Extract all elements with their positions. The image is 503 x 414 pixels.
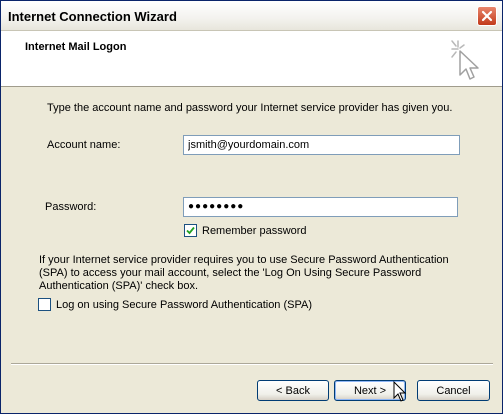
checkbox-box[interactable] (38, 298, 51, 311)
checkmark-icon (186, 226, 195, 235)
title-bar[interactable]: Internet Connection Wizard (1, 1, 502, 31)
account-name-input[interactable] (183, 135, 460, 155)
password-label: Password: (45, 201, 97, 213)
divider (11, 363, 493, 365)
remember-password-checkbox[interactable]: Remember password (184, 224, 307, 237)
window-title: Internet Connection Wizard (8, 9, 177, 24)
wizard-sparkle-cursor-icon (451, 40, 479, 80)
wizard-header: Internet Mail Logon (1, 31, 502, 87)
password-input[interactable]: ●●●●●●●● (183, 197, 458, 217)
close-button[interactable] (477, 6, 497, 26)
close-icon (481, 10, 493, 22)
spa-description: If your Internet service provider requir… (39, 254, 449, 292)
account-name-label: Account name: (47, 139, 121, 151)
cancel-button[interactable]: Cancel (417, 380, 490, 401)
back-button[interactable]: < Back (257, 380, 329, 401)
mouse-cursor-icon (393, 381, 407, 402)
spa-checkbox[interactable]: Log on using Secure Password Authenticat… (38, 298, 312, 311)
checkbox-box[interactable] (184, 224, 197, 237)
remember-password-label: Remember password (202, 224, 307, 237)
wizard-window: Internet Connection Wizard Internet Mail… (0, 0, 503, 414)
page-title: Internet Mail Logon (25, 41, 127, 53)
intro-text: Type the account name and password your … (47, 102, 453, 114)
spa-checkbox-label: Log on using Secure Password Authenticat… (56, 298, 313, 311)
